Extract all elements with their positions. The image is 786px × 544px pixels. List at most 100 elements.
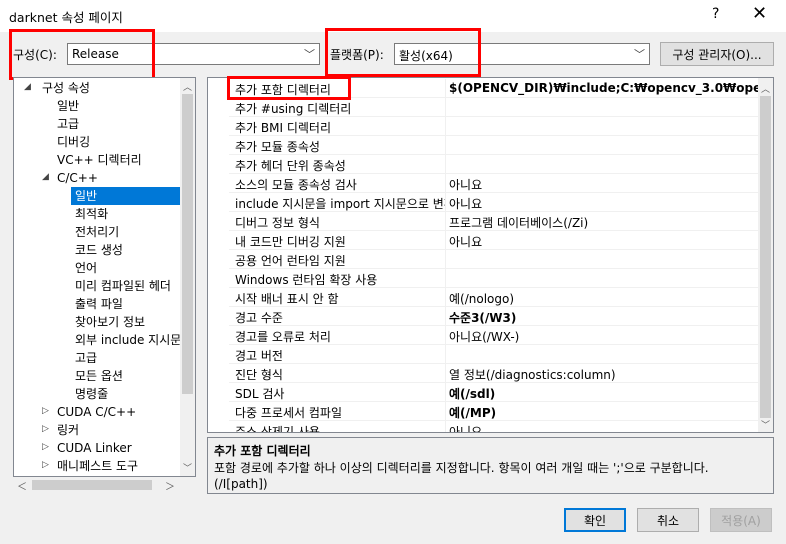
scroll-down-icon[interactable]: ﹀ — [761, 418, 770, 431]
tree-item[interactable]: CUDA C/C++ — [53, 403, 136, 421]
property-row[interactable]: 추가 #using 디렉터리 — [229, 98, 758, 117]
scroll-up-icon[interactable]: ︿ — [183, 80, 192, 93]
category-tree[interactable]: ◢ 구성 속성 일반 고급 디버깅 VC++ 디렉터리 ◢ C/C++ 일반 최적화 전처리기 코드 … — [13, 77, 196, 477]
property-row[interactable]: 소스의 모듈 종속성 검사 아니요 — [229, 174, 758, 193]
property-row[interactable]: SDL 검사 예(/sdl) — [229, 383, 758, 402]
tree-item[interactable]: 고급 — [71, 349, 97, 367]
property-row[interactable]: 공용 언어 런타임 지원 — [229, 250, 758, 269]
property-value[interactable]: 예(/MP) — [449, 404, 759, 421]
property-row[interactable]: 디버그 정보 형식 프로그램 데이터베이스(/Zi) — [229, 212, 758, 231]
property-value[interactable]: 아니요 — [449, 233, 759, 250]
collapsed-icon[interactable]: ▷ — [42, 406, 49, 416]
tree-item[interactable]: 찾아보기 정보 — [71, 313, 145, 331]
tree-item[interactable]: 모든 옵션 — [71, 367, 123, 385]
property-value[interactable]: $(OPENCV_DIR)₩include;C:₩opencv_3.0₩open… — [449, 81, 759, 95]
column-separator — [445, 155, 446, 174]
property-row[interactable]: 진단 형식 열 정보(/diagnostics:column) — [229, 364, 758, 383]
property-row[interactable]: 추가 모듈 종속성 — [229, 136, 758, 155]
config-manager-button[interactable]: 구성 관리자(O)... — [660, 42, 774, 66]
tree-item[interactable]: 최적화 — [71, 205, 108, 223]
scroll-up-icon[interactable]: ︿ — [761, 82, 770, 95]
tree-item[interactable]: CUDA Linker — [53, 439, 132, 457]
tree-item[interactable]: 고급 — [53, 115, 79, 133]
property-name: 소스의 모듈 종속성 검사 — [235, 178, 357, 192]
help-button[interactable]: ? — [712, 6, 719, 22]
property-name: Windows 런타임 확장 사용 — [235, 273, 378, 287]
tree-item[interactable]: 디버깅 — [53, 133, 90, 151]
property-row[interactable]: Windows 런타임 확장 사용 — [229, 269, 758, 288]
property-row[interactable]: 주소 삭제기 사용 아니요 — [229, 421, 759, 433]
property-value[interactable]: 아니요 — [449, 176, 759, 193]
tree-item[interactable]: VC++ 디렉터리 — [53, 151, 142, 169]
tree-item[interactable]: 일반 — [71, 187, 183, 205]
property-value[interactable]: 아니요 — [449, 195, 759, 212]
tree-item[interactable]: 매니페스트 도구 — [53, 457, 138, 475]
expanded-icon[interactable]: ◢ — [42, 172, 49, 182]
property-name: SDL 검사 — [235, 387, 285, 401]
property-name: 다중 프로세서 컴파일 — [235, 406, 342, 420]
tree-item[interactable]: 출력 파일 — [71, 295, 123, 313]
tree-scroll-thumb[interactable] — [182, 94, 193, 394]
scroll-left-icon[interactable]: ＜ — [17, 478, 27, 493]
tree-hscrollbar[interactable]: ＜ ＞ — [14, 477, 179, 493]
tree-item[interactable]: 전처리기 — [71, 223, 119, 241]
property-name: 진단 형식 — [235, 368, 283, 382]
cancel-button[interactable]: 취소 — [637, 508, 699, 532]
window-title: darknet 속성 페이지 — [9, 10, 123, 25]
property-row[interactable]: include 지시문을 import 지시문으로 변환 아니요 — [229, 193, 758, 212]
apply-button[interactable]: 적용(A) — [710, 508, 772, 532]
expanded-icon[interactable]: ◢ — [24, 82, 31, 92]
tree-item[interactable]: C/C++ — [53, 169, 98, 187]
tree-item[interactable]: 언어 — [71, 259, 97, 277]
close-button[interactable]: ✕ — [752, 3, 767, 24]
property-value[interactable]: 프로그램 데이터베이스(/Zi) — [449, 214, 759, 231]
property-value[interactable]: 열 정보(/diagnostics:column) — [449, 366, 759, 383]
property-value[interactable]: 수준3(/W3) — [449, 309, 759, 326]
tree-item[interactable]: 구성 속성 — [38, 79, 90, 97]
collapsed-icon[interactable]: ▷ — [42, 442, 49, 452]
property-value[interactable]: 아니요(/WX-) — [449, 328, 759, 345]
tree-item[interactable]: 외부 include 지시문 — [71, 331, 181, 349]
property-name: 시작 배너 표시 안 함 — [235, 292, 339, 306]
property-row[interactable]: 경고 버전 — [229, 345, 758, 364]
scroll-down-icon[interactable]: ﹀ — [183, 461, 192, 474]
tree-hscroll-thumb[interactable] — [32, 480, 152, 490]
property-row[interactable]: 시작 배너 표시 안 함 예(/nologo) — [229, 288, 758, 307]
tree-item[interactable]: 링커 — [53, 421, 79, 439]
tree-item[interactable]: 미리 컴파일된 헤더 — [71, 277, 171, 295]
column-separator — [445, 193, 446, 212]
property-grid[interactable]: 추가 포함 디렉터리 $(OPENCV_DIR)₩include;C:₩openc… — [207, 77, 774, 433]
annotation-box-include-dirs — [227, 76, 351, 100]
column-separator — [445, 136, 446, 155]
description-title: 추가 포함 디렉터리 — [214, 444, 311, 458]
column-separator — [445, 98, 446, 117]
property-row[interactable]: 추가 헤더 단위 종속성 — [229, 155, 758, 174]
grid-scroll-thumb[interactable] — [760, 96, 771, 418]
column-separator — [445, 402, 446, 421]
property-row[interactable]: 경고 수준 수준3(/W3) — [229, 307, 758, 326]
collapsed-icon[interactable]: ▷ — [42, 424, 49, 434]
tree-item[interactable]: 명령줄 — [71, 385, 108, 403]
property-value[interactable]: 예(/nologo) — [449, 290, 759, 307]
property-name: 추가 모듈 종속성 — [235, 140, 320, 154]
property-value[interactable]: 아니요 — [449, 423, 759, 432]
grid-scrollbar[interactable]: ︿ ﹀ — [758, 78, 773, 432]
column-separator — [445, 326, 446, 345]
property-row[interactable]: 다중 프로세서 컴파일 예(/MP) — [229, 402, 758, 421]
column-separator — [445, 212, 446, 231]
property-name: 추가 #using 디렉터리 — [235, 102, 352, 116]
tree-scrollbar[interactable]: ︿ ﹀ — [180, 78, 195, 476]
property-value[interactable]: 예(/sdl) — [449, 385, 759, 402]
property-row[interactable]: 경고를 오류로 처리 아니요(/WX-) — [229, 326, 758, 345]
tree-item[interactable]: 일반 — [53, 97, 79, 115]
property-name: 경고 버전 — [235, 349, 283, 363]
property-row[interactable]: 내 코드만 디버깅 지원 아니요 — [229, 231, 758, 250]
tree-item[interactable]: 코드 생성 — [71, 241, 123, 259]
property-name: 주소 삭제기 사용 — [235, 425, 320, 433]
collapsed-icon[interactable]: ▷ — [42, 460, 49, 470]
ok-button[interactable]: 확인 — [564, 508, 626, 532]
property-row[interactable]: 추가 BMI 디렉터리 — [229, 117, 758, 136]
scroll-right-icon[interactable]: ＞ — [165, 478, 175, 493]
column-separator — [445, 307, 446, 326]
column-separator — [445, 117, 446, 136]
